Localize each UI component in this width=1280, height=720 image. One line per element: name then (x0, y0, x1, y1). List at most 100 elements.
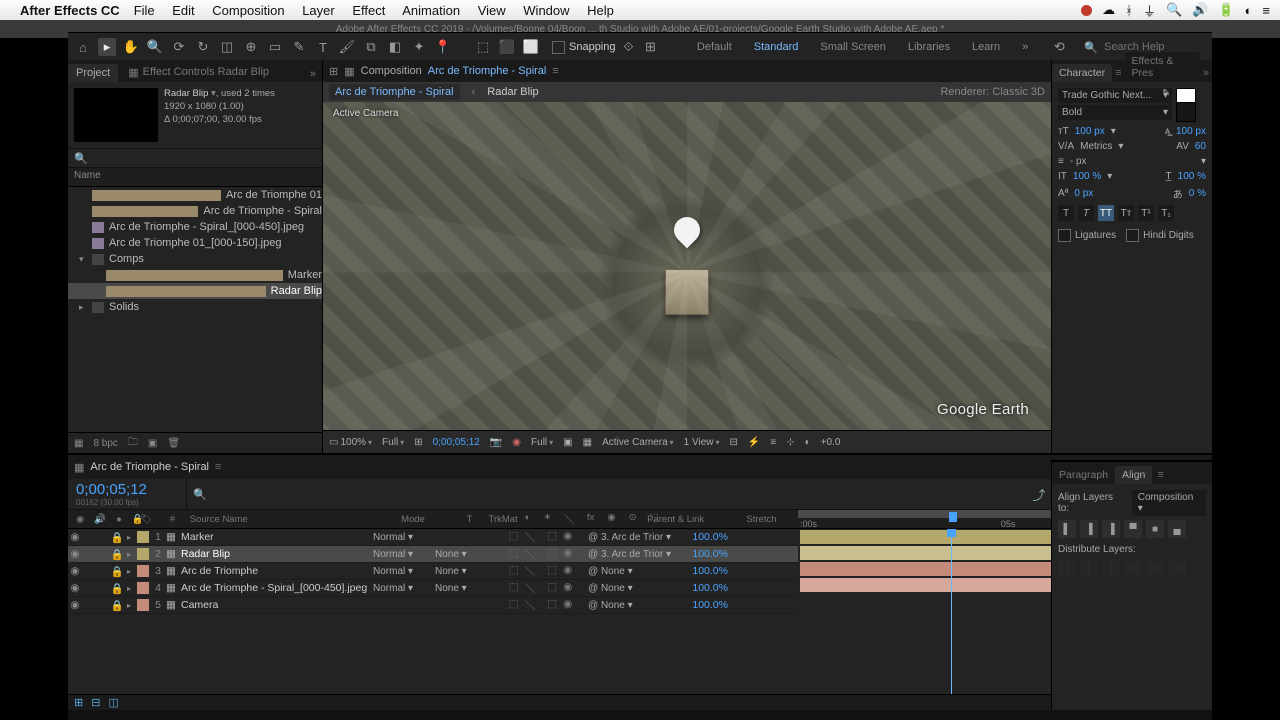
font-family-dropdown[interactable]: Trade Gothic Next...▾ (1058, 88, 1172, 103)
blend-mode-dropdown[interactable]: Normal ▾ (373, 566, 413, 577)
magnification-dropdown[interactable]: ▭100%▾ (329, 437, 372, 448)
twirl-icon[interactable]: ▸ (124, 567, 134, 576)
label-color[interactable] (137, 582, 149, 594)
parent-pickwhip-icon[interactable]: @ (588, 532, 598, 543)
type-tool-icon[interactable]: T (314, 38, 332, 56)
menu-help[interactable]: Help (587, 3, 614, 18)
roi-icon[interactable]: ▣ (563, 437, 572, 448)
timeline-tab-menu-icon[interactable]: ≡ (215, 461, 221, 473)
clone-tool-icon[interactable]: ⧉ (362, 38, 380, 56)
workspace-reset-icon[interactable]: ⟲ (1050, 38, 1068, 56)
workspace-more-icon[interactable]: » (1022, 41, 1028, 53)
label-col-icon[interactable]: 🏷 (136, 514, 156, 525)
effect-controls-tab[interactable]: Effect Controls Radar Blip (143, 66, 269, 79)
timeline-tab[interactable]: Arc de Triomphe - Spiral (90, 461, 209, 473)
eye-col-icon[interactable]: ◉ (72, 514, 88, 525)
new-folder-icon[interactable]: 🗀 (128, 435, 138, 452)
align-tab[interactable]: Align (1115, 466, 1152, 484)
align-bottom-icon[interactable]: ▄ (1168, 520, 1186, 538)
twirl-icon[interactable]: ▸ (124, 550, 134, 559)
pan-behind-tool-icon[interactable]: ⊕ (242, 38, 260, 56)
parent-dropdown[interactable]: None ▾ (601, 600, 633, 611)
comp-tab-menu-icon[interactable]: ≡ (552, 65, 558, 77)
kerning-dropdown[interactable]: Metrics (1080, 141, 1112, 152)
col-stretch[interactable]: Stretch (742, 514, 798, 525)
axis-local-icon[interactable]: ⬚ (474, 38, 492, 56)
workspace-small[interactable]: Small Screen (820, 41, 885, 53)
align-vcenter-icon[interactable]: ■ (1146, 520, 1164, 538)
trash-icon[interactable]: 🗑 (167, 438, 180, 449)
align-to-dropdown[interactable]: Composition ▾ (1132, 490, 1206, 516)
toggle-modes-icon[interactable]: ⊟ (91, 696, 100, 709)
menu-view[interactable]: View (478, 3, 506, 18)
puppet-tool-icon[interactable]: 📍 (434, 38, 452, 56)
small-caps[interactable]: Tт (1118, 205, 1134, 221)
ligatures-checkbox[interactable] (1058, 229, 1071, 242)
composition-viewer[interactable]: Active Camera Google Earth (323, 102, 1051, 430)
visibility-toggle[interactable]: ◉ (68, 548, 82, 560)
comp-tab-name[interactable]: Arc de Triomphe - Spiral (428, 65, 547, 77)
project-item[interactable]: Marker (68, 267, 322, 283)
home-icon[interactable]: ⌂ (74, 38, 92, 56)
timeline-icon[interactable]: ≡ (770, 437, 776, 448)
parent-pickwhip-icon[interactable]: @ (588, 566, 598, 577)
stretch-value[interactable]: 100.0% (680, 548, 734, 560)
eyedropper-icon[interactable]: ✎ (1162, 88, 1170, 99)
zoom-tool-icon[interactable]: 🔍 (146, 38, 164, 56)
rotate-tool-icon[interactable]: ↻ (194, 38, 212, 56)
stretch-value[interactable]: 100.0% (680, 565, 734, 577)
bpc-toggle[interactable]: 8 bpc (93, 438, 117, 449)
col-t[interactable]: T (463, 514, 485, 525)
pen-tool-icon[interactable]: ✎ (290, 38, 308, 56)
stretch-value[interactable]: 100.0% (680, 582, 734, 594)
eraser-tool-icon[interactable]: ◧ (386, 38, 404, 56)
visibility-toggle[interactable]: ◉ (68, 599, 82, 611)
layer-row[interactable]: ◉🔒▸5▦Camera⬚＼⬚◉@ None ▾100.0% (68, 597, 798, 614)
hand-tool-icon[interactable]: ✋ (122, 38, 140, 56)
stroke-color-swatch[interactable] (1176, 102, 1196, 122)
superscript[interactable]: T¹ (1138, 205, 1154, 221)
align-left-icon[interactable]: ▌ (1058, 520, 1076, 538)
project-item[interactable]: Arc de Triomphe - Spiral_[000-450].jpeg (68, 219, 322, 235)
leading-value[interactable]: 100 px (1176, 126, 1206, 137)
parent-dropdown[interactable]: 3. Arc de Trior ▾ (601, 549, 671, 560)
lock-toggle[interactable]: 🔒 (110, 599, 124, 612)
font-weight-dropdown[interactable]: Bold▾ (1058, 105, 1172, 120)
roto-tool-icon[interactable]: ✦ (410, 38, 428, 56)
solo-col-icon[interactable]: ● (112, 514, 126, 525)
project-item[interactable]: Arc de Triomphe 01 (68, 187, 322, 203)
parent-pickwhip-icon[interactable]: @ (588, 583, 598, 594)
twirl-icon[interactable]: ▸ (124, 601, 134, 610)
label-color[interactable] (137, 599, 149, 611)
lock-toggle[interactable]: 🔒 (110, 548, 124, 561)
faux-bold[interactable]: T (1058, 205, 1074, 221)
app-name[interactable]: After Effects CC (20, 3, 120, 18)
snap-opt1-icon[interactable]: ⟐ (620, 38, 638, 56)
layer-row[interactable]: ◉🔒▸3▦Arc de TriompheNormal ▾None ▾⬚＼⬚◉@ … (68, 563, 798, 580)
snap-opt2-icon[interactable]: ⊞ (642, 38, 660, 56)
font-size-value[interactable]: 100 px (1075, 126, 1105, 137)
panel-menu-icon[interactable]: » (1200, 64, 1212, 82)
twirl-icon[interactable]: ▸ (124, 533, 134, 542)
pixel-aspect-icon[interactable]: ⊟ (730, 437, 738, 448)
stretch-value[interactable]: 100.0% (680, 599, 734, 611)
project-item[interactable]: ▸Solids (68, 299, 322, 315)
fast-previews-icon[interactable]: ⚡ (748, 437, 760, 448)
rect-tool-icon[interactable]: ▭ (266, 38, 284, 56)
hindi-checkbox[interactable] (1126, 229, 1139, 242)
character-tab[interactable]: Character (1052, 64, 1112, 82)
channel-icon[interactable]: ◉ (512, 437, 521, 448)
playhead[interactable] (951, 529, 952, 694)
subscript[interactable]: T₁ (1158, 205, 1174, 221)
volume-icon[interactable]: 🔊 (1192, 2, 1208, 18)
workspace-standard[interactable]: Standard (754, 41, 799, 53)
snapshot-icon[interactable]: 📷 (490, 437, 502, 448)
bluetooth-icon[interactable]: ᚼ (1125, 3, 1133, 18)
panel-menu-icon[interactable]: » (304, 66, 322, 82)
blend-mode-dropdown[interactable]: Normal ▾ (373, 583, 413, 594)
record-icon[interactable] (1081, 5, 1092, 16)
interpret-icon[interactable]: ▦ (74, 438, 83, 449)
trkmat-dropdown[interactable]: None ▾ (435, 583, 467, 594)
project-item[interactable]: Arc de Triomphe 01_[000-150].jpeg (68, 235, 322, 251)
resolution-dropdown[interactable]: Full▾ (382, 437, 404, 448)
